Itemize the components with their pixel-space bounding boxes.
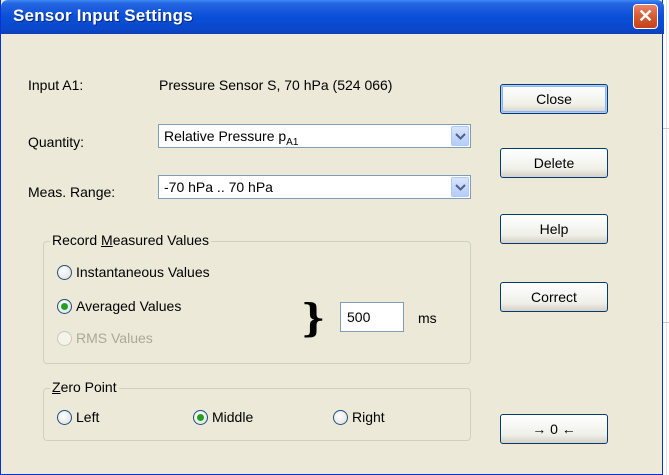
delete-button[interactable]: Delete [500,148,608,178]
radio-circle[interactable] [57,265,72,280]
zero-point-legend: Zero Point [50,379,119,395]
radio-circle[interactable] [57,410,72,425]
input-label: Input A1: [28,77,84,93]
background-edge [666,0,667,475]
radio-circle[interactable] [193,410,208,425]
quantity-value: Relative Pressure pA1 [164,128,299,148]
close-button[interactable]: Close [500,84,608,114]
radio-circle [57,331,72,346]
radio-label: RMS Values [76,330,153,346]
quantity-subscript: A1 [286,136,299,148]
dialog-body: Input A1: Pressure Sensor S, 70 hPa (524… [4,34,660,472]
title-bar[interactable]: Sensor Input Settings ✕ [1,0,664,34]
range-select[interactable]: -70 hPa .. 70 hPa [158,175,471,199]
dialog-window: Sensor Input Settings ✕ Input A1: Pressu… [0,0,664,475]
radio-circle[interactable] [57,299,72,314]
quantity-label: Quantity: [28,134,85,150]
range-label: Meas. Range: [28,184,116,200]
radio-label: Averaged Values [76,298,182,314]
zero-point-group: Zero Point Left Middle Right [43,379,471,441]
range-value: -70 hPa .. 70 hPa [164,179,273,195]
radio-label: Right [352,409,385,425]
correct-button[interactable]: Correct [500,282,608,312]
zero-offset-button[interactable]: → 0 ← [500,414,608,444]
window-title: Sensor Input Settings [13,6,193,25]
interval-input[interactable]: 500 [340,302,404,332]
radio-dot [61,303,68,310]
record-values-group: Record Measured Values Instantaneous Val… [43,232,471,364]
chevron-down-icon[interactable] [451,177,469,197]
background-tick [663,128,669,129]
radio-circle[interactable] [333,410,348,425]
radio-label: Middle [212,409,254,425]
radio-label: Instantaneous Values [76,264,210,280]
chevron-down-icon[interactable] [451,126,469,146]
record-values-legend: Record Measured Values [50,232,211,248]
brace-symbol: } [301,295,326,340]
background-tick [663,322,669,323]
quantity-select[interactable]: Relative Pressure pA1 [158,124,471,148]
help-button[interactable]: Help [500,214,608,244]
close-window-icon[interactable]: ✕ [633,4,658,29]
interval-unit: ms [418,310,437,326]
radio-dot [197,414,204,421]
input-value: Pressure Sensor S, 70 hPa (524 066) [159,77,393,93]
radio-label: Left [76,409,100,425]
